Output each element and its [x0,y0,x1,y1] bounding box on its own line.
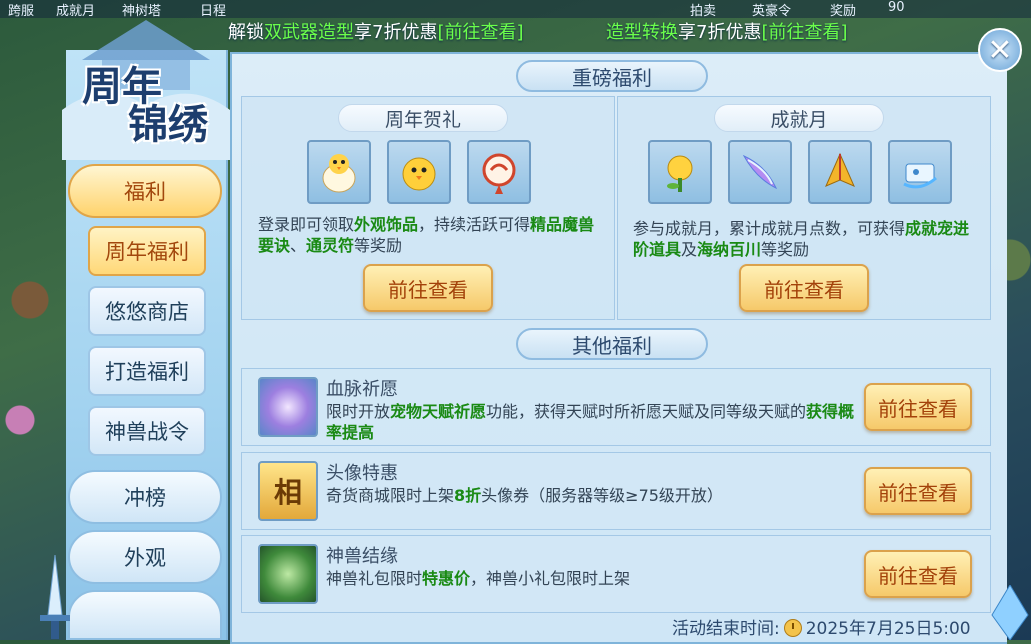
goto-achievement-button[interactable]: 前往查看 [739,264,869,312]
nav-rank[interactable]: 冲榜 [68,470,222,524]
crystal-blade-icon[interactable] [728,140,792,204]
banner-link[interactable]: [前往查看] [761,22,847,43]
goto-beast-button[interactable]: 前往查看 [864,550,972,598]
hud-item[interactable]: 奖励 [830,0,856,19]
list-item-bloodline-wish: 血脉祈愿 限时开放宠物天赋祈愿功能，获得天赋时所祈愿天赋及同等级天赋的获得概率提… [241,368,991,446]
end-time-value: 2025年7月25日5:00 [805,619,971,639]
sword-decoration [40,555,70,639]
nav-sub-shop[interactable]: 悠悠商店 [88,286,206,336]
banner-text: 享7折优惠 [678,22,762,43]
row-description: 奇货商城限时上架8折头像券（服务器等级≥75级开放） [326,486,723,505]
promo-banner-left: 解锁双武器造型享7折优惠[前往查看] [228,18,524,48]
clock-icon [783,619,802,637]
hud-item[interactable]: 英豪令 [752,0,791,19]
row-title: 神兽结缘 [326,546,398,567]
row-description: 限时开放宠物天赋祈愿功能，获得天赋时所祈愿天赋及同等级天赋的获得概率提高 [326,402,855,442]
banner-text: 解锁 [228,22,264,43]
event-end-time: 活动结束时间: 2025年7月25日5:00 [672,614,971,639]
event-logo-line2: 锦绣 [128,101,208,148]
nav-sub-battlepass[interactable]: 神兽战令 [88,406,206,456]
yellow-bird-icon[interactable] [387,140,451,204]
nav-sub-forge[interactable]: 打造福利 [88,346,206,396]
section-title-other: 其他福利 [516,328,708,360]
card-description: 参与成就月，累计成就月点数，可获得成就宠进阶道具及海纳百川等奖励 [633,219,970,259]
nav-fuli[interactable]: 福利 [68,164,222,218]
card-description: 登录即可领取外观饰品，持续活跃可得精品魔兽要诀、通灵符等奖励 [258,215,595,255]
section-title-major: 重磅福利 [516,60,708,92]
list-item-avatar-deal: 相 头像特惠 奇货商城限时上架8折头像券（服务器等级≥75级开放） 前往查看 [241,452,991,530]
card-title: 成就月 [714,104,884,132]
avatar-voucher-icon: 相 [258,461,318,521]
banner-link[interactable]: [前往查看] [437,22,523,43]
chick-egg-icon[interactable] [307,140,371,204]
goto-bloodline-button[interactable]: 前往查看 [864,383,972,431]
row-title: 血脉祈愿 [326,379,398,400]
end-time-label: 活动结束时间: [672,619,780,639]
list-item-beast-bond: 神兽结缘 神兽礼包限时特惠价，神兽小礼包限时上架 前往查看 [241,535,991,613]
blue-scroll-icon[interactable] [888,140,952,204]
banner-text: 享7折优惠 [354,22,438,43]
hud-item[interactable]: 拍卖 [690,0,716,19]
nav-sub-anniversary[interactable]: 周年福利 [88,226,206,276]
crystal-decoration [991,585,1029,640]
row-title: 头像特惠 [326,463,398,484]
red-charm-icon[interactable] [467,140,531,204]
nav-more[interactable] [68,590,222,640]
banner-highlight: 双武器造型 [264,22,354,43]
banner-highlight: 造型转换 [606,22,678,43]
golden-armor-icon[interactable] [808,140,872,204]
goto-avatar-button[interactable]: 前往查看 [864,467,972,515]
goto-anniversary-button[interactable]: 前往查看 [363,264,493,312]
promo-banner-right: 造型转换享7折优惠[前往查看] [606,18,848,48]
hud-item[interactable]: 跨服 [8,0,34,19]
close-button[interactable]: ✕ [978,28,1022,72]
hud-level: 90 [888,0,905,15]
beast-emblem-icon [258,544,318,604]
star-crystal-icon [258,377,318,437]
nav-appearance[interactable]: 外观 [68,530,222,584]
card-title: 周年贺礼 [338,104,508,132]
row-description: 神兽礼包限时特惠价，神兽小礼包限时上架 [326,569,631,588]
golden-flower-icon[interactable] [648,140,712,204]
